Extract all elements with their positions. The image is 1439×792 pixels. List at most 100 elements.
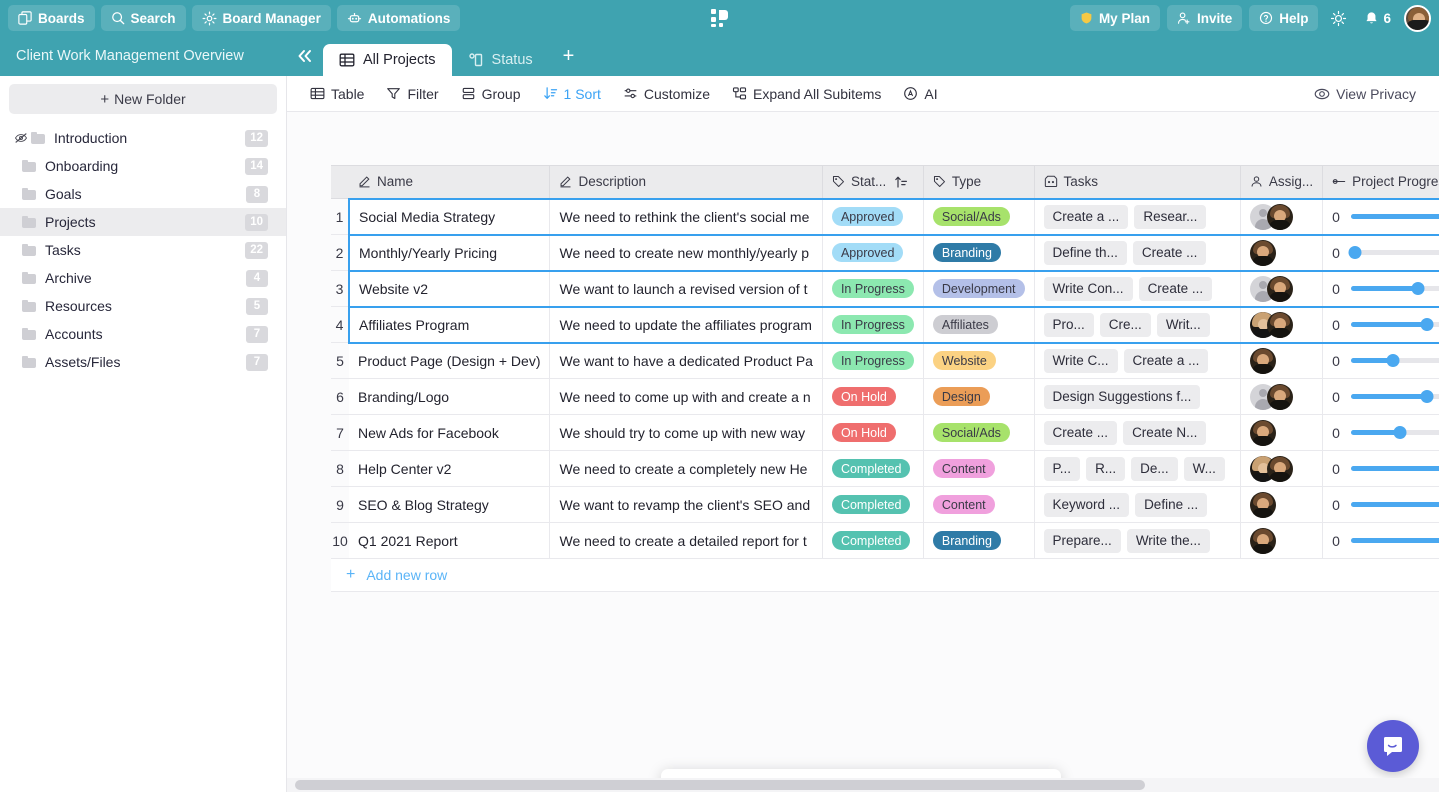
task-chip[interactable]: Define th... [1043,240,1127,265]
progress-slider[interactable] [1351,209,1439,225]
progress-slider[interactable] [1351,353,1439,369]
cell-status[interactable]: In Progress [822,269,924,307]
task-chip[interactable]: Write the... [1126,528,1210,553]
cell-tasks[interactable]: Write Con... Create ... [1034,269,1241,307]
cell-type[interactable]: Affiliates [923,305,1035,344]
cell-assignee[interactable] [1240,305,1324,344]
task-chip[interactable]: P... [1043,456,1081,481]
cell-name[interactable]: New Ads for Facebook [349,414,551,451]
avatar[interactable] [1266,275,1293,302]
cell-description[interactable]: We want to revamp the client's SEO and [549,486,823,523]
slider-knob[interactable] [1411,282,1425,295]
progress-slider[interactable] [1351,317,1439,333]
cell-description[interactable]: We need to rethink the client's social m… [549,197,823,235]
task-chip[interactable]: Create ... [1132,240,1207,265]
cell-project-progress[interactable]: 0 [1322,378,1439,415]
task-chip[interactable]: Write Con... [1043,276,1133,301]
cell-assignee[interactable] [1240,378,1324,415]
horizontal-scrollbar[interactable] [287,778,1439,792]
cell-project-progress[interactable]: 0 [1322,450,1439,487]
sidebar-item-archive[interactable]: Archive 4 [0,264,286,292]
cell-assignee[interactable] [1240,233,1324,271]
progress-slider[interactable] [1351,497,1439,513]
cell-tasks[interactable]: Pro... Cre... Writ... [1034,305,1241,344]
cell-status[interactable]: On Hold [822,414,924,451]
add-new-row-button[interactable]: + Add new row [331,559,1439,592]
progress-slider[interactable] [1348,245,1439,261]
cell-description[interactable]: We need to come up with and create a n [549,378,823,415]
table-row[interactable]: 7 New Ads for Facebook We should try to co… [331,414,1439,451]
sidebar-item-introduction[interactable]: Introduction 12 [0,124,286,152]
help-button[interactable]: Help [1249,5,1319,31]
column-header-description[interactable]: Description [549,165,823,199]
column-header-assignee[interactable]: Assig... [1240,165,1324,199]
notifications-button[interactable]: 6 [1358,5,1397,31]
avatar[interactable] [1404,4,1431,32]
search-button[interactable]: Search [100,5,186,31]
table-row[interactable]: 4 Affiliates Program We need to update the… [331,305,1439,344]
task-chip[interactable]: Create ... [1138,276,1213,301]
task-chip[interactable]: Write C... [1043,348,1118,373]
theme-toggle-button[interactable] [1325,5,1351,31]
sidebar-item-goals[interactable]: Goals 8 [0,180,286,208]
toolbar-sort-button[interactable]: 1 Sort [534,81,610,107]
sidebar-item-resources[interactable]: Resources 5 [0,292,286,320]
cell-project-progress[interactable]: 0 [1322,197,1439,235]
cell-name[interactable]: Branding/Logo [349,378,551,415]
column-header-type[interactable]: Type [923,165,1035,199]
invite-button[interactable]: Invite [1166,5,1243,31]
cell-type[interactable]: Development [923,269,1035,307]
avatar[interactable] [1249,239,1276,266]
slider-knob[interactable] [1348,246,1362,259]
cell-type[interactable]: Website [923,342,1035,379]
progress-slider[interactable] [1351,461,1439,477]
cell-project-progress[interactable]: 0 [1322,233,1439,271]
task-chip[interactable]: De... [1131,456,1178,481]
cell-project-progress[interactable]: 0 [1322,486,1439,523]
avatar[interactable] [1266,383,1293,410]
sort-asc-icon[interactable] [894,175,908,189]
cell-assignee[interactable] [1240,450,1324,487]
cell-description[interactable]: We need to update the affiliates program [549,305,823,344]
board-manager-button[interactable]: Board Manager [191,5,331,31]
progress-slider[interactable] [1351,533,1439,549]
slider-knob[interactable] [1386,354,1400,368]
cell-tasks[interactable]: Define th... Create ... [1034,233,1241,271]
cell-name[interactable]: Product Page (Design + Dev) [349,342,551,379]
task-chip[interactable]: Create a ... [1043,204,1129,229]
avatar[interactable] [1249,347,1276,374]
cell-assignee[interactable] [1240,486,1324,523]
table-row[interactable]: 2 Monthly/Yearly Pricing We need to create… [331,233,1439,271]
avatar[interactable] [1249,491,1276,518]
chat-launcher-button[interactable] [1367,720,1419,772]
cell-description[interactable]: We need to create a detailed report for … [549,522,823,559]
table-row[interactable]: 10 Q1 2021 Report We need to create a deta… [331,522,1439,559]
task-chip[interactable]: Resear... [1134,204,1207,229]
cell-type[interactable]: Content [923,450,1035,487]
automations-button[interactable]: Automations [336,5,461,31]
sidebar-item-projects[interactable]: Projects 10 [0,208,286,236]
toolbar-group-button[interactable]: Group [452,81,530,107]
slider-knob[interactable] [1393,426,1407,439]
collapse-sidebar-button[interactable] [287,36,323,76]
toolbar-ai-button[interactable]: AI [894,81,946,107]
task-chip[interactable]: Define ... [1135,492,1208,517]
avatar[interactable] [1266,311,1293,338]
scrollbar-thumb[interactable] [295,780,1145,790]
progress-slider[interactable] [1351,425,1439,441]
avatar[interactable] [1266,455,1293,482]
task-chip[interactable]: Writ... [1156,312,1210,337]
task-chip[interactable]: Design Suggestions f... [1043,384,1201,409]
cell-status[interactable]: Completed [822,450,924,487]
table-row[interactable]: 5 Product Page (Design + Dev) We want to h… [331,342,1439,379]
tab-status[interactable]: Status [452,44,549,76]
slider-knob[interactable] [1420,318,1434,331]
boards-button[interactable]: Boards [8,5,95,31]
cell-name[interactable]: Website v2 [348,269,551,307]
cell-description[interactable]: We need to create a completely new He [549,450,823,487]
cell-name[interactable]: Monthly/Yearly Pricing [348,233,551,271]
toolbar-filter-button[interactable]: Filter [377,81,447,107]
cell-description[interactable]: We should try to come up with new way [549,414,823,451]
cell-status[interactable]: In Progress [822,342,924,379]
sidebar-item-accounts[interactable]: Accounts 7 [0,320,286,348]
